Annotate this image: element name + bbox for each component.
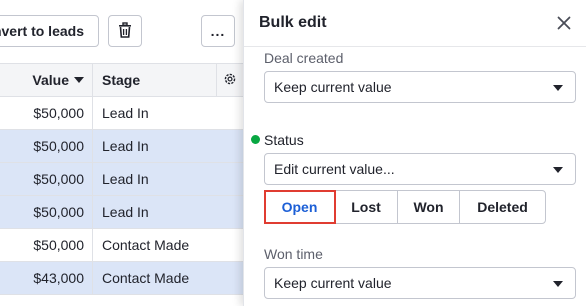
gear-icon — [223, 72, 237, 89]
deal-created-value: Keep current value — [274, 79, 392, 95]
bulk-edit-panel: Bulk edit Deal created Keep current valu… — [243, 0, 586, 306]
more-actions-button[interactable]: ... — [201, 15, 235, 47]
table-body: $50,000 Lead In $50,000 Lead In $50,000 … — [0, 97, 243, 295]
column-header-value-label: Value — [32, 72, 69, 88]
deal-created-select[interactable]: Keep current value — [264, 71, 576, 103]
panel-header: Bulk edit — [244, 0, 586, 47]
won-time-label: Won time — [264, 246, 323, 262]
table-row[interactable]: $50,000 Lead In — [0, 196, 243, 229]
table-row[interactable]: $50,000 Lead In — [0, 130, 243, 163]
status-won-button[interactable]: Won — [398, 191, 460, 223]
column-header-value[interactable]: Value — [0, 64, 93, 96]
stage-cell: Lead In — [102, 204, 149, 220]
convert-to-leads-button[interactable]: Convert to leads — [0, 15, 99, 47]
chevron-down-icon — [553, 167, 563, 173]
status-deleted-button[interactable]: Deleted — [460, 191, 545, 223]
stage-cell: Contact Made — [102, 237, 190, 253]
status-select[interactable]: Edit current value... — [264, 153, 576, 185]
status-label: Status — [264, 132, 304, 148]
close-button[interactable] — [553, 13, 575, 35]
won-time-select[interactable]: Keep current value — [264, 267, 576, 299]
stage-cell: Lead In — [102, 171, 149, 187]
table-row[interactable]: $50,000 Contact Made — [0, 229, 243, 262]
value-cell: $50,000 — [0, 229, 93, 261]
column-settings-button[interactable] — [217, 64, 243, 96]
stage-cell: Lead In — [102, 138, 149, 154]
table-row[interactable]: $50,000 Lead In — [0, 97, 243, 130]
value-cell: $50,000 — [0, 130, 93, 162]
status-open-button[interactable]: Open — [264, 190, 336, 224]
status-changed-dot — [251, 135, 260, 144]
column-header-stage-label: Stage — [102, 72, 141, 88]
stage-cell: Contact Made — [102, 270, 190, 286]
status-segmented-control: Open Lost Won Deleted — [264, 190, 546, 224]
value-cell: $43,000 — [0, 262, 93, 294]
delete-button[interactable] — [108, 15, 142, 47]
sort-desc-icon — [74, 77, 84, 83]
close-icon — [557, 16, 571, 33]
table-row[interactable]: $50,000 Lead In — [0, 163, 243, 196]
chevron-down-icon — [553, 281, 563, 287]
panel-title: Bulk edit — [259, 14, 327, 31]
value-cell: $50,000 — [0, 196, 93, 228]
status-value: Edit current value... — [274, 161, 395, 177]
deals-table-area: Convert to leads ... Value Stage — [0, 0, 243, 306]
table-row[interactable]: $43,000 Contact Made — [0, 262, 243, 295]
value-cell: $50,000 — [0, 97, 93, 129]
value-cell: $50,000 — [0, 163, 93, 195]
won-time-value: Keep current value — [274, 275, 392, 291]
convert-to-leads-label: Convert to leads — [0, 23, 84, 39]
more-label: ... — [210, 23, 226, 39]
stage-cell: Lead In — [102, 105, 149, 121]
deal-created-label: Deal created — [264, 50, 344, 66]
chevron-down-icon — [553, 85, 563, 91]
status-lost-button[interactable]: Lost — [335, 191, 398, 223]
column-header-stage[interactable]: Stage — [93, 64, 217, 96]
trash-icon — [118, 21, 132, 41]
table-header: Value Stage — [0, 63, 243, 97]
